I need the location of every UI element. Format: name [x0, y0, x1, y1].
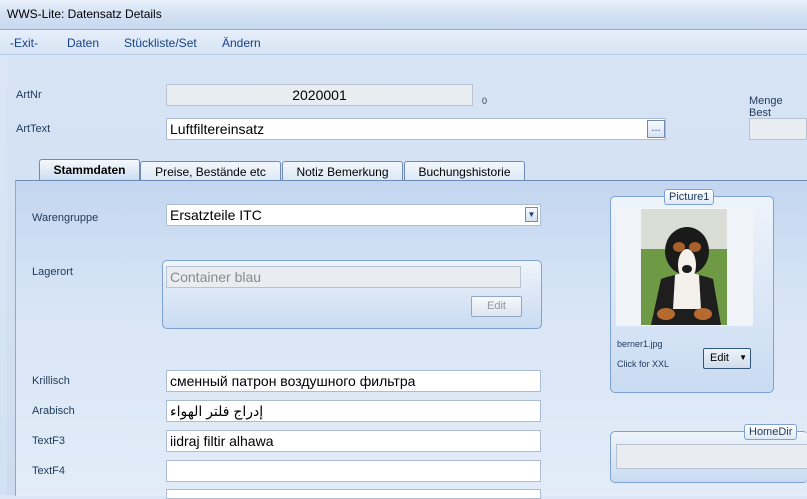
homedir-caption: HomeDir	[744, 424, 798, 440]
tab-preise-bestaende[interactable]: Preise, Bestände etc	[140, 161, 281, 180]
picture-hint[interactable]: Click for XXL	[617, 359, 669, 369]
krillisch-field[interactable]: сменный патрон воздушного фильтра	[166, 370, 541, 392]
menu-bar: -Exit- Daten Stückliste/Set Ändern	[0, 30, 807, 55]
arttext-label: ArtText	[16, 123, 51, 135]
tab-stammdaten[interactable]: Stammdaten	[39, 159, 140, 181]
menu-aendern[interactable]: Ändern	[222, 36, 261, 50]
menge-best-label: Menge Best	[749, 95, 783, 119]
homedir-field[interactable]	[616, 444, 807, 469]
window-title: WWS-Lite: Datensatz Details	[7, 7, 162, 21]
lagerort-edit-button[interactable]: Edit	[471, 296, 522, 317]
arttext-ellipsis-button[interactable]: ...	[647, 120, 665, 138]
arabisch-field[interactable]: إدراج فلتر الهواء	[166, 400, 541, 422]
dropdown-arrow-icon: ▼	[739, 353, 747, 362]
next-field[interactable]	[166, 489, 541, 499]
picture-edit-label: Edit	[710, 352, 729, 364]
textf4-label: TextF4	[32, 465, 66, 477]
arttext-field[interactable]: Luftfiltereinsatz	[166, 118, 666, 140]
dog-photo[interactable]	[641, 209, 727, 325]
tab-buchungshistorie[interactable]: Buchungshistorie	[404, 161, 525, 180]
warengruppe-select[interactable]: Ersatzteile ITC	[166, 204, 541, 226]
tab-notiz-bemerkung[interactable]: Notiz Bemerkung	[282, 161, 403, 180]
chevron-down-icon[interactable]: ▼	[525, 207, 538, 222]
tab-strip: Stammdaten Preise, Bestände etc Notiz Be…	[15, 159, 535, 181]
warengruppe-label: Warengruppe	[32, 212, 99, 224]
dog-image	[641, 209, 727, 325]
menu-stueckliste-set[interactable]: Stückliste/Set	[124, 36, 197, 50]
textf4-field[interactable]	[166, 460, 541, 482]
textf3-field[interactable]: iidraj filtir alhawa	[166, 430, 541, 452]
lagerort-label: Lagerort	[32, 266, 73, 278]
artnr-label: ArtNr	[16, 89, 42, 101]
title-bar: WWS-Lite: Datensatz Details	[0, 0, 807, 30]
arabisch-label: Arabisch	[32, 405, 75, 417]
menu-exit[interactable]: -Exit-	[10, 36, 38, 50]
menu-daten[interactable]: Daten	[67, 36, 99, 50]
menge-best-field[interactable]	[749, 118, 807, 140]
artnr-suffix: 0	[482, 96, 488, 106]
picture-edit-button[interactable]: Edit ▼	[703, 348, 751, 369]
textf3-label: TextF3	[32, 435, 66, 447]
picture-filename: berner1.jpg	[617, 339, 663, 349]
krillisch-label: Krillisch	[32, 375, 70, 387]
lagerort-field[interactable]: Container blau	[166, 266, 521, 288]
picture-caption: Picture1	[664, 189, 715, 205]
artnr-field[interactable]: 2020001	[166, 84, 473, 106]
